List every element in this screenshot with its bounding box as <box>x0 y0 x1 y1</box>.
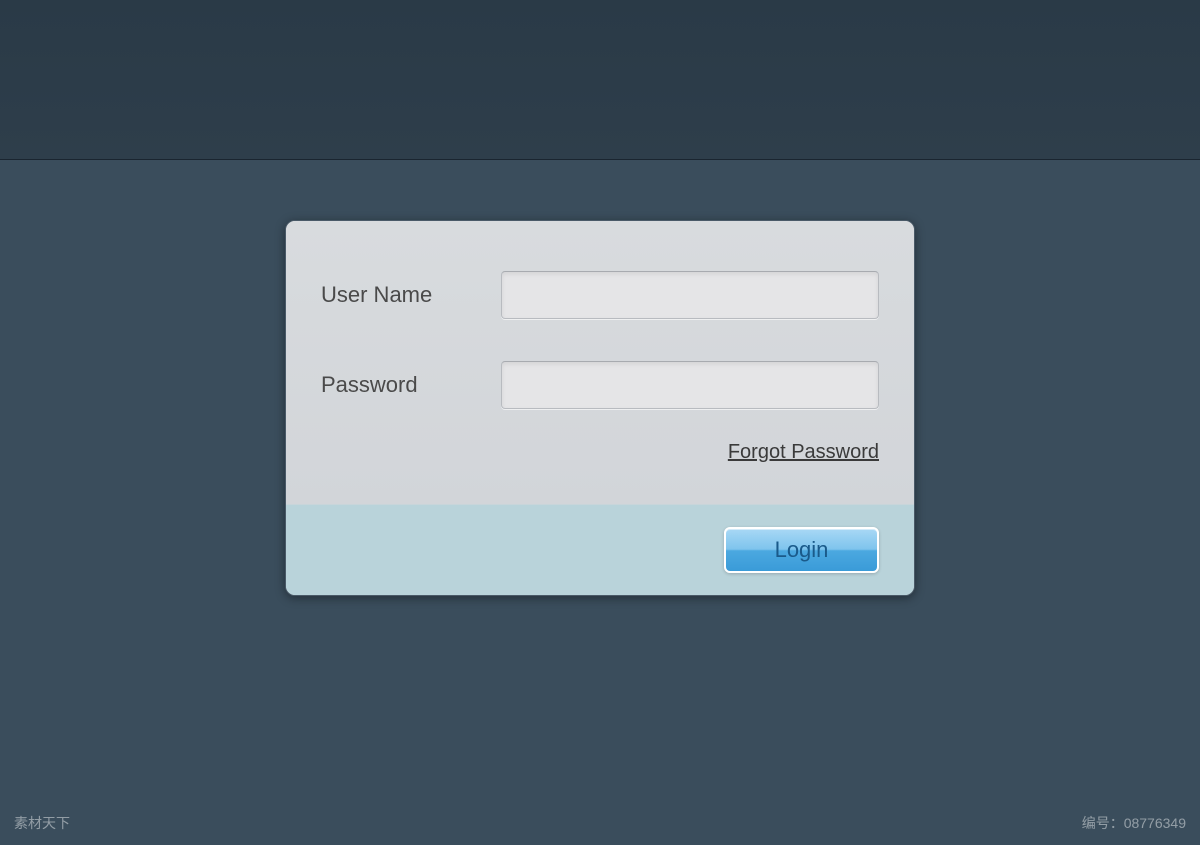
main-area: User Name Password Forgot Password Logi <box>0 160 1200 845</box>
forgot-row: Forgot Password <box>321 441 879 464</box>
password-input-wrap <box>501 361 879 409</box>
username-input-wrap <box>501 271 879 319</box>
password-label: Password <box>321 372 501 398</box>
username-row: User Name <box>321 271 879 319</box>
watermark-left: 素材天下 <box>14 813 70 833</box>
forgot-password-link[interactable]: Forgot Password <box>728 441 879 463</box>
login-form-body: User Name Password Forgot Password <box>286 221 914 504</box>
password-input[interactable] <box>501 361 879 409</box>
username-label: User Name <box>321 282 501 308</box>
username-input[interactable] <box>501 271 879 319</box>
login-panel: User Name Password Forgot Password Logi <box>285 220 915 596</box>
login-button[interactable]: Login <box>724 527 879 573</box>
password-row: Password <box>321 361 879 409</box>
header-bar <box>0 0 1200 160</box>
watermark-right: 编号：08776349 <box>1082 813 1186 833</box>
login-footer: Login <box>286 504 914 595</box>
